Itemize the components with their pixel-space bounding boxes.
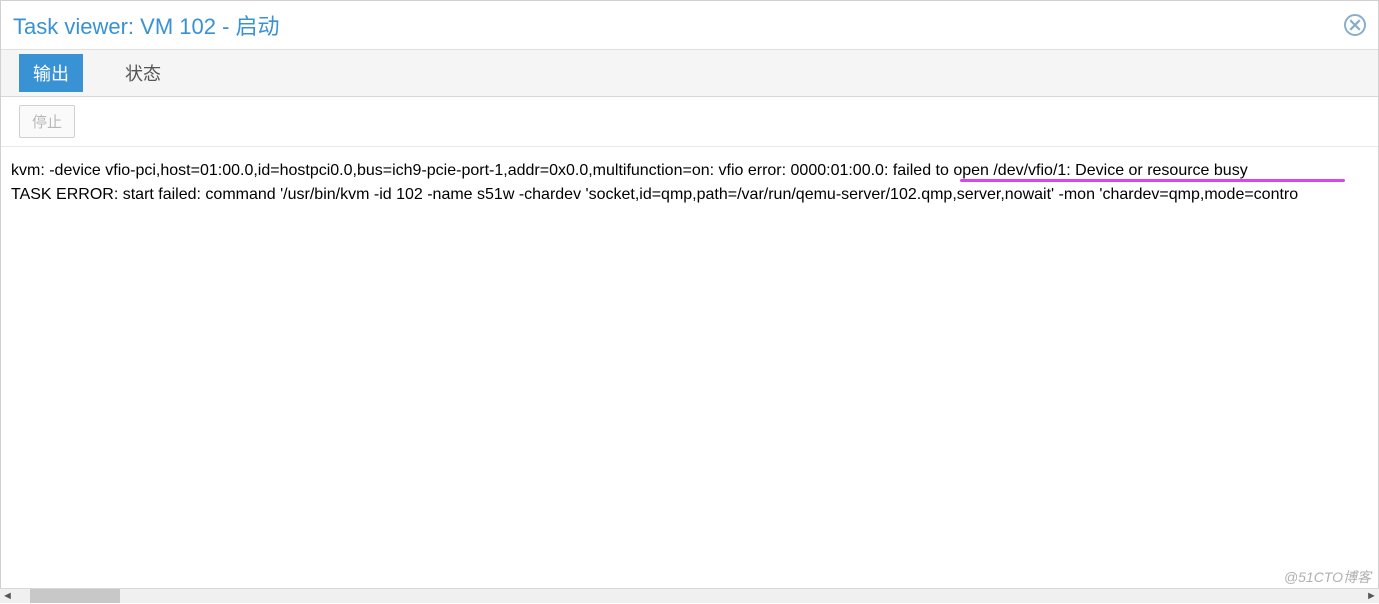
window-title: Task viewer: VM 102 - 启动 bbox=[13, 9, 280, 41]
tab-status[interactable]: 状态 bbox=[111, 54, 175, 92]
log-line-2: TASK ERROR: start failed: command '/usr/… bbox=[11, 183, 1298, 207]
log-output: kvm: -device vfio-pci,host=01:00.0,id=ho… bbox=[1, 147, 1378, 219]
scroll-thumb[interactable] bbox=[30, 589, 120, 603]
titlebar: Task viewer: VM 102 - 启动 bbox=[1, 1, 1378, 49]
task-viewer-window: Task viewer: VM 102 - 启动 输出 状态 停止 kvm: -… bbox=[0, 0, 1379, 603]
tab-bar: 输出 状态 bbox=[1, 49, 1378, 97]
content-area: kvm: -device vfio-pci,host=01:00.0,id=ho… bbox=[1, 147, 1378, 602]
horizontal-scrollbar[interactable]: ◄ ► bbox=[0, 588, 1379, 603]
close-button[interactable] bbox=[1344, 14, 1366, 36]
scroll-track[interactable] bbox=[15, 589, 1364, 603]
tab-output[interactable]: 输出 bbox=[19, 54, 83, 92]
scroll-right-arrow[interactable]: ► bbox=[1364, 589, 1379, 604]
highlight-underline bbox=[960, 179, 1345, 182]
toolbar: 停止 bbox=[1, 97, 1378, 147]
stop-button[interactable]: 停止 bbox=[19, 105, 75, 138]
close-icon bbox=[1349, 19, 1361, 31]
scroll-left-arrow[interactable]: ◄ bbox=[0, 589, 15, 604]
